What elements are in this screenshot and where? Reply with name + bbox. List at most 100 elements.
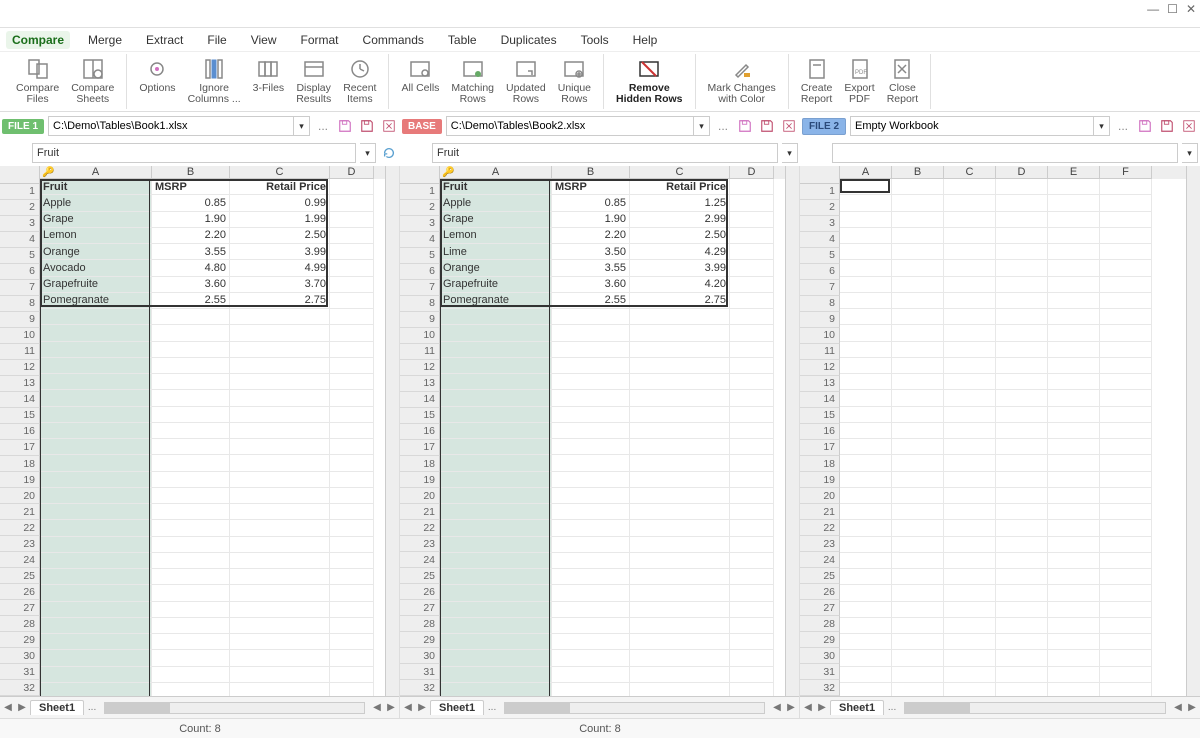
cell[interactable] — [730, 683, 774, 696]
cell[interactable] — [552, 423, 630, 439]
cell[interactable] — [996, 602, 1048, 618]
cell[interactable] — [892, 667, 944, 683]
cell[interactable] — [1048, 537, 1100, 553]
cell[interactable] — [552, 390, 630, 406]
row-header[interactable]: 18 — [0, 456, 40, 472]
cell[interactable] — [840, 390, 892, 406]
row-header[interactable]: 13 — [0, 376, 40, 392]
cell[interactable] — [944, 390, 996, 406]
cell[interactable] — [440, 618, 552, 634]
cell[interactable] — [552, 553, 630, 569]
name-box-1[interactable]: Fruit — [432, 143, 778, 163]
cell[interactable] — [630, 488, 730, 504]
cell[interactable] — [230, 504, 330, 520]
cell[interactable] — [944, 212, 996, 228]
cell[interactable]: 0.85 — [152, 195, 230, 211]
cell[interactable] — [552, 520, 630, 536]
cell[interactable] — [996, 667, 1048, 683]
cell[interactable] — [996, 683, 1048, 696]
cell[interactable]: Lime — [440, 244, 552, 260]
row-header[interactable]: 5 — [0, 248, 40, 264]
cell[interactable] — [892, 228, 944, 244]
cell[interactable]: 3.99 — [230, 244, 330, 260]
cell[interactable]: 4.99 — [230, 260, 330, 276]
cell[interactable] — [840, 179, 892, 195]
row-header[interactable]: 7 — [0, 280, 40, 296]
menu-file[interactable]: File — [201, 31, 232, 49]
cell[interactable] — [730, 423, 774, 439]
cell[interactable] — [630, 423, 730, 439]
cell[interactable] — [330, 374, 374, 390]
cell[interactable] — [996, 423, 1048, 439]
cell[interactable] — [230, 358, 330, 374]
cell[interactable] — [996, 569, 1048, 585]
col-header-B[interactable]: B — [152, 166, 230, 179]
cell[interactable] — [944, 358, 996, 374]
row-header[interactable]: 27 — [400, 600, 440, 616]
cell[interactable] — [330, 569, 374, 585]
cell[interactable] — [330, 537, 374, 553]
vscrollbar[interactable] — [1186, 166, 1200, 696]
cell[interactable] — [1100, 537, 1152, 553]
row-header[interactable]: 6 — [400, 264, 440, 280]
row-header[interactable]: 19 — [0, 472, 40, 488]
row-header[interactable]: 20 — [800, 488, 840, 504]
cell[interactable] — [152, 667, 230, 683]
cell[interactable] — [40, 342, 152, 358]
cell[interactable] — [440, 423, 552, 439]
cell[interactable] — [552, 407, 630, 423]
cell[interactable] — [230, 423, 330, 439]
row-header[interactable]: 11 — [0, 344, 40, 360]
cell[interactable] — [230, 569, 330, 585]
ribbon-compare-sheets[interactable]: Compare Sheets — [65, 54, 120, 109]
cell[interactable] — [1048, 325, 1100, 341]
row-header[interactable]: 24 — [400, 552, 440, 568]
row-header[interactable]: 30 — [800, 648, 840, 664]
cell[interactable] — [552, 358, 630, 374]
cell[interactable] — [996, 520, 1048, 536]
save-icon[interactable] — [1136, 117, 1154, 135]
cell[interactable] — [40, 553, 152, 569]
col-header-B[interactable]: B — [892, 166, 944, 179]
cell[interactable] — [1100, 244, 1152, 260]
cell[interactable] — [152, 472, 230, 488]
cell[interactable] — [892, 260, 944, 276]
cell[interactable] — [40, 358, 152, 374]
cell[interactable] — [1100, 667, 1152, 683]
row-header[interactable]: 28 — [0, 616, 40, 632]
cell[interactable] — [730, 293, 774, 309]
cell[interactable] — [440, 374, 552, 390]
cell[interactable] — [440, 325, 552, 341]
cell[interactable] — [944, 455, 996, 471]
cell[interactable]: Grape — [40, 212, 152, 228]
cell[interactable] — [1100, 472, 1152, 488]
ribbon-compare-files[interactable]: Compare Files — [10, 54, 65, 109]
cell[interactable] — [230, 325, 330, 341]
ribbon-recent-items[interactable]: Recent Items — [337, 54, 382, 109]
namebox-dropdown[interactable]: ▾ — [360, 143, 376, 163]
cell[interactable] — [840, 277, 892, 293]
cell[interactable] — [1100, 650, 1152, 666]
cell[interactable]: Grape — [440, 212, 552, 228]
cell[interactable] — [730, 358, 774, 374]
cell[interactable] — [230, 537, 330, 553]
cell[interactable] — [230, 602, 330, 618]
row-header[interactable]: 21 — [800, 504, 840, 520]
cell[interactable] — [944, 504, 996, 520]
cell[interactable] — [1100, 390, 1152, 406]
row-header[interactable]: 14 — [400, 392, 440, 408]
cell[interactable] — [892, 488, 944, 504]
row-header[interactable]: 12 — [800, 360, 840, 376]
cell[interactable] — [892, 504, 944, 520]
cell[interactable] — [330, 390, 374, 406]
row-header[interactable]: 8 — [800, 296, 840, 312]
cell[interactable] — [996, 472, 1048, 488]
row-header[interactable]: 9 — [400, 312, 440, 328]
sheet-nav[interactable]: ▶ — [816, 701, 828, 715]
ribbon-ignore-columns[interactable]: Ignore Columns ... — [182, 54, 247, 109]
path-more-2[interactable]: ... — [1114, 117, 1132, 135]
scroll-arrow[interactable]: ▶ — [385, 701, 397, 715]
row-header[interactable]: 18 — [800, 456, 840, 472]
row-header[interactable]: 31 — [400, 664, 440, 680]
row-header[interactable]: 19 — [400, 472, 440, 488]
